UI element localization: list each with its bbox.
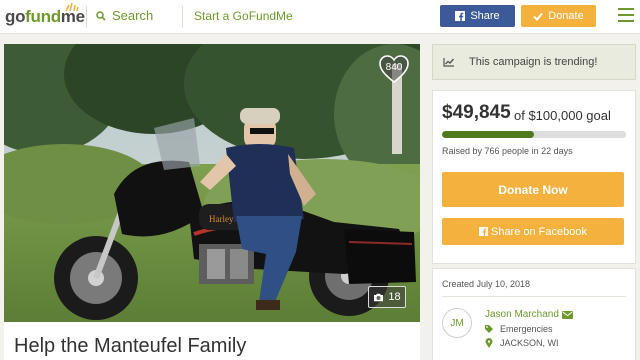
organizer-location: JACKSON, WI — [485, 338, 559, 348]
gofundme-logo[interactable]: gofundme — [5, 3, 85, 27]
share-button[interactable]: Share — [440, 5, 515, 27]
category-label: Emergencies — [500, 324, 553, 334]
motorcycle-photo-illustration: Harley — [4, 44, 420, 322]
goal-text: of $100,000 goal — [514, 108, 611, 123]
organizer-avatar: JM — [442, 308, 472, 338]
location-label: JACKSON, WI — [500, 338, 559, 348]
progress-bar-fill — [442, 131, 534, 138]
logo-flower-icon — [65, 3, 79, 11]
search-link[interactable]: Search — [96, 8, 153, 23]
campaign-title: Help the Manteufel Family — [14, 335, 247, 357]
menu-icon[interactable] — [618, 8, 634, 22]
share-facebook-button[interactable]: Share on Facebook — [442, 218, 624, 245]
top-navigation: gofundme Search Start a GoFundMe Share D… — [0, 0, 640, 34]
nav-separator — [86, 6, 87, 28]
donate-now-button[interactable]: Donate Now — [442, 172, 624, 207]
created-date: Created July 10, 2018 — [442, 279, 531, 289]
share-label: Share — [470, 10, 500, 22]
search-icon — [96, 10, 106, 21]
raised-stats: Raised by 766 people in 22 days — [442, 146, 573, 156]
organizer-name: Jason Marchand — [485, 309, 559, 320]
camera-icon — [374, 293, 384, 301]
logo-fund: fund — [25, 7, 61, 26]
logo-go: go — [5, 7, 26, 26]
share-facebook-label: Share on Facebook — [490, 225, 587, 238]
progress-bar — [442, 131, 626, 138]
heart-count: 840 — [385, 62, 403, 73]
tag-icon — [485, 325, 493, 333]
organizer-category: Emergencies — [485, 324, 553, 334]
location-pin-icon — [485, 338, 493, 348]
facebook-icon — [455, 11, 466, 21]
donate-label: Donate — [548, 10, 584, 22]
campaign-photo[interactable]: Harley — [4, 44, 420, 322]
amount-raised: $49,845 — [442, 102, 511, 123]
checkmark-icon — [533, 12, 544, 21]
trending-text: This campaign is trending! — [469, 56, 598, 68]
donate-button[interactable]: Donate — [521, 5, 596, 27]
envelope-icon[interactable] — [561, 310, 573, 319]
search-label: Search — [112, 8, 154, 23]
organizer-name-link[interactable]: Jason Marchand — [485, 309, 573, 320]
nav-separator — [182, 6, 183, 28]
photo-count: 18 — [388, 291, 401, 303]
photo-gallery-button[interactable]: 18 — [368, 286, 406, 308]
svg-text:Harley: Harley — [209, 214, 234, 224]
card-divider — [442, 296, 626, 297]
trending-banner: This campaign is trending! — [432, 44, 636, 80]
start-gofundme-link[interactable]: Start a GoFundMe — [194, 9, 293, 23]
trending-chart-icon — [443, 58, 455, 67]
facebook-icon — [478, 227, 488, 236]
